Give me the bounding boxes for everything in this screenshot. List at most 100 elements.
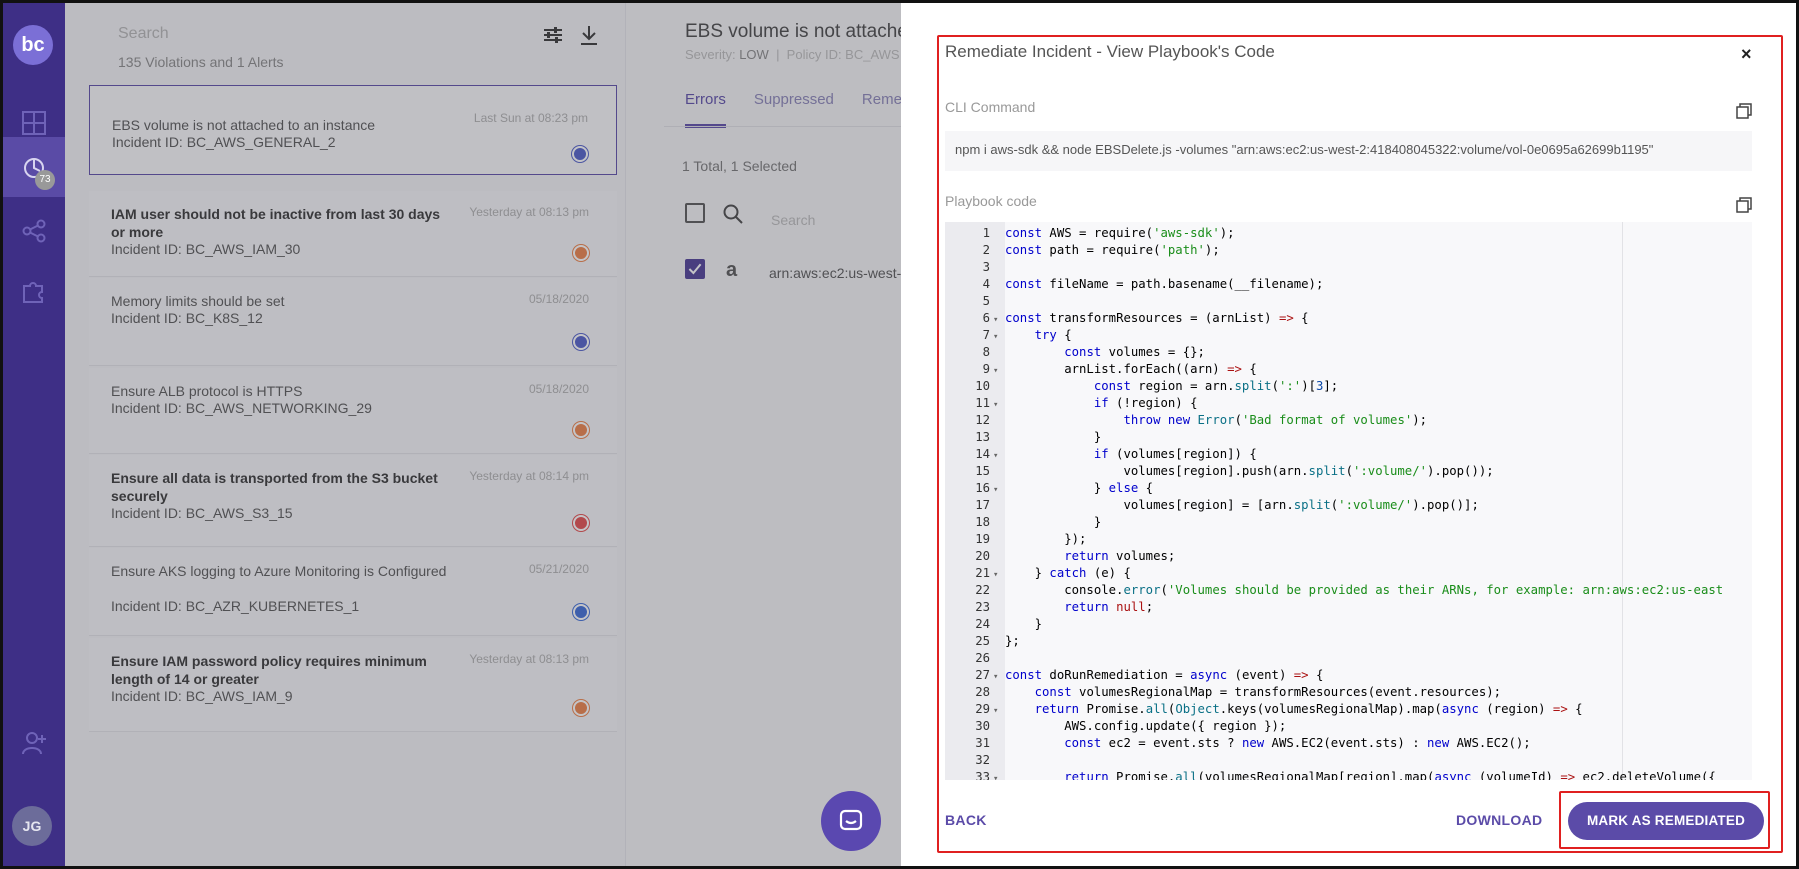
code-line: 8 const volumes = {}; — [945, 344, 1723, 361]
line-number: 25 — [975, 634, 990, 648]
code-text: } catch (e) { — [1005, 566, 1131, 580]
line-number: 9 — [982, 362, 990, 376]
code-line: 26 — [945, 650, 1723, 667]
code-text: }); — [1005, 532, 1087, 546]
code-text: } — [1005, 430, 1102, 444]
close-icon[interactable]: × — [1741, 44, 1752, 65]
download-button[interactable]: DOWNLOAD — [1456, 812, 1542, 828]
line-number: 24 — [975, 617, 990, 631]
line-number: 15 — [975, 464, 990, 478]
code-line: 4 const fileName = path.basename(__filena… — [945, 276, 1723, 293]
line-number: 6 — [982, 311, 990, 325]
code-line: 32 — [945, 752, 1723, 769]
integrations-nav-item[interactable] — [3, 261, 65, 321]
code-text: return Promise.all(volumesRegionalMap[re… — [1064, 770, 1716, 780]
code-text: if (volumes[region]) { — [1093, 447, 1257, 461]
code-line: 15 volumes[region].push(arn.split(':volu… — [945, 463, 1723, 480]
code-line: 7 ▾ try { — [945, 327, 1723, 344]
modal-backdrop[interactable] — [65, 3, 901, 866]
line-number: 21 — [975, 566, 990, 580]
code-text: arnList.forEach((arn) => { — [1005, 362, 1257, 376]
code-text: } else { — [1005, 481, 1154, 495]
playbook-code-editor[interactable]: 1 const AWS = require('aws-sdk'); 2 const p… — [945, 222, 1752, 780]
code-line: 27 ▾ const doRunRemediation = async (event… — [945, 667, 1723, 684]
code-line: 23 return null; — [945, 599, 1723, 616]
code-text: const fileName = path.basename(__filenam… — [1005, 277, 1324, 291]
code-line: 12 throw new Error('Bad format of volume… — [945, 412, 1723, 429]
code-line: 16 ▾ } else { — [945, 480, 1723, 497]
line-number: 16 — [975, 481, 990, 495]
chat-icon — [839, 809, 863, 831]
incidents-count-badge: 73 — [35, 170, 55, 190]
code-line: 33 ▾ return Promise.all(volumesRegionalMa… — [945, 769, 1723, 780]
code-line: 28 const volumesRegionalMap = transformR… — [945, 684, 1723, 701]
code-line: 5 — [945, 293, 1723, 310]
line-number: 32 — [975, 753, 990, 767]
back-button[interactable]: BACK — [945, 812, 987, 828]
code-text: const volumesRegionalMap = transformReso… — [1034, 685, 1502, 699]
code-text: try { — [1034, 328, 1072, 342]
line-number: 28 — [975, 685, 990, 699]
bridgecrew-logo[interactable]: bc — [13, 25, 53, 65]
code-line: 24 } — [945, 616, 1723, 633]
copy-icon[interactable] — [1735, 196, 1753, 214]
modal-title: Remediate Incident - View Playbook's Cod… — [945, 42, 1275, 61]
line-number: 3 — [982, 260, 990, 274]
code-line: 19 }); — [945, 531, 1723, 548]
code-line: 21 ▾ } catch (e) { — [945, 565, 1723, 582]
nav-rail: bc 73 JG — [3, 3, 65, 866]
dashboard-icon — [22, 111, 46, 135]
line-number: 23 — [975, 600, 990, 614]
code-lines: 1 const AWS = require('aws-sdk'); 2 const p… — [945, 225, 1723, 780]
cli-command-label: CLI Command — [945, 99, 1036, 115]
code-text: console.error('Volumes should be provide… — [1005, 583, 1724, 597]
mark-as-remediated-button[interactable]: MARK AS REMEDIATED — [1568, 802, 1764, 840]
add-user-nav-item[interactable] — [3, 713, 65, 773]
code-line: 17 volumes[region] = [arn.split(':volume… — [945, 497, 1723, 514]
copy-icon[interactable] — [1735, 102, 1753, 120]
line-number: 27 — [975, 668, 990, 682]
code-text: }; — [1005, 634, 1020, 648]
user-avatar[interactable]: JG — [12, 806, 52, 846]
line-number: 4 — [982, 277, 990, 291]
code-line: 3 — [945, 259, 1723, 276]
line-number: 30 — [975, 719, 990, 733]
line-number: 8 — [982, 345, 990, 359]
chat-button[interactable] — [821, 791, 881, 851]
line-number: 13 — [975, 430, 990, 444]
code-text: throw new Error('Bad format of volumes')… — [1123, 413, 1428, 427]
code-line: 29 ▾ return Promise.all(Object.keys(volum… — [945, 701, 1723, 718]
line-number: 18 — [975, 515, 990, 529]
line-number: 33 — [975, 770, 990, 780]
line-number: 29 — [975, 702, 990, 716]
code-text: volumes[region] = [arn.split(':volume/')… — [1005, 498, 1479, 512]
line-number: 17 — [975, 498, 990, 512]
code-line: 13 } — [945, 429, 1723, 446]
code-text: return Promise.all(Object.keys(volumesRe… — [1034, 702, 1583, 716]
code-line: 9 ▾ arnList.forEach((arn) => { — [945, 361, 1723, 378]
line-number: 7 — [982, 328, 990, 342]
code-text: return volumes; — [1064, 549, 1176, 563]
line-number: 26 — [975, 651, 990, 665]
code-line: 1 const AWS = require('aws-sdk'); — [945, 225, 1723, 242]
code-text: const doRunRemediation = async (event) =… — [1005, 668, 1324, 682]
code-line: 14 ▾ if (volumes[region]) { — [945, 446, 1723, 463]
add-user-icon — [22, 732, 46, 755]
code-text: const AWS = require('aws-sdk'); — [1005, 226, 1235, 240]
line-number: 22 — [975, 583, 990, 597]
fold-toggle-icon[interactable]: ▾ — [990, 771, 1005, 780]
line-number: 31 — [975, 736, 990, 750]
line-number: 12 — [975, 413, 990, 427]
code-text: const ec2 = event.sts ? new AWS.EC2(even… — [1064, 736, 1531, 750]
code-text: AWS.config.update({ region }); — [1005, 719, 1287, 733]
incidents-nav-item[interactable]: 73 — [3, 137, 65, 197]
code-line: 11 ▾ if (!region) { — [945, 395, 1723, 412]
connections-nav-item[interactable] — [3, 201, 65, 261]
line-number: 5 — [982, 294, 990, 308]
code-text: const path = require('path'); — [1005, 243, 1220, 257]
code-line: 10 const region = arn.split(':')[3]; — [945, 378, 1723, 395]
code-text: if (!region) { — [1093, 396, 1198, 410]
cli-command-box[interactable]: npm i aws-sdk && node EBSDelete.js -volu… — [945, 131, 1752, 171]
code-line: 2 const path = require('path'); — [945, 242, 1723, 259]
line-number: 14 — [975, 447, 990, 461]
